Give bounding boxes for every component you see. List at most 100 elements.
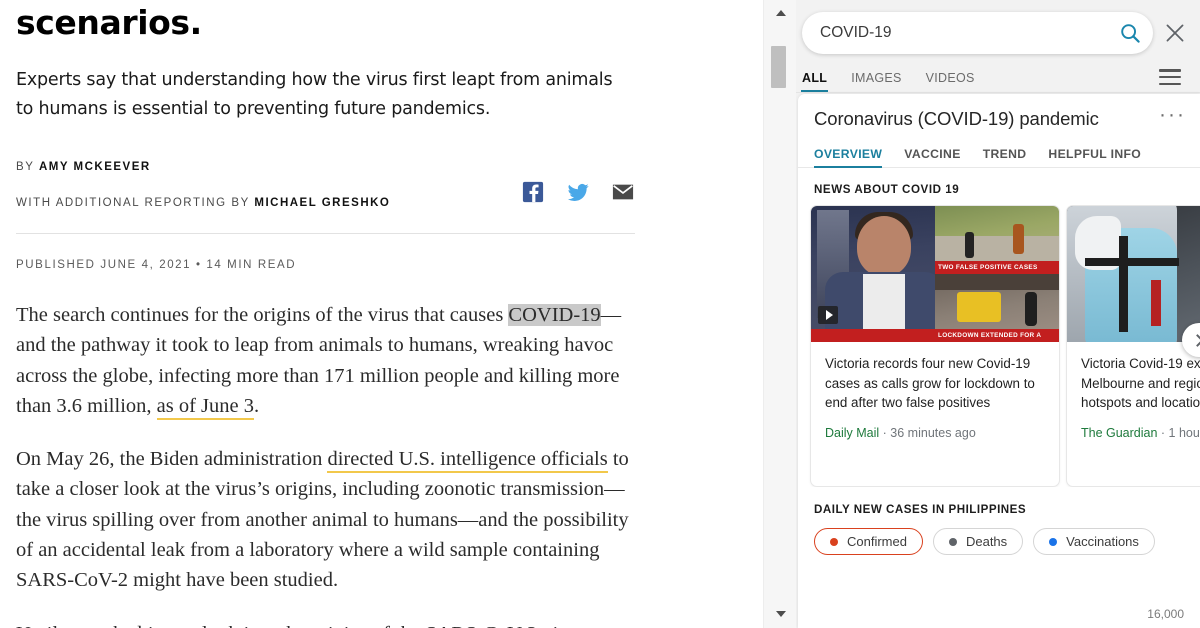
search-highlight: COVID-19 — [508, 304, 601, 326]
news-card[interactable]: Victoria Covid-19 exposure list of Melbo… — [1066, 205, 1200, 487]
play-icon[interactable] — [818, 306, 838, 324]
paragraph-text: . — [254, 394, 260, 417]
more-options-icon[interactable]: ··· — [1155, 104, 1190, 129]
close-icon[interactable] — [1162, 20, 1188, 46]
news-card[interactable]: TWO FALSE POSITIVE CASES LOCKDOWN EXTEND… — [810, 205, 1060, 487]
article-subtitle: Experts say that understanding how the v… — [16, 70, 613, 119]
chevron-right-icon — [1191, 333, 1200, 347]
triangle-up-icon — [775, 9, 786, 16]
scrollbar-down-arrow[interactable] — [764, 605, 797, 622]
news-thumb-video — [811, 206, 935, 342]
thumb-person-head — [857, 216, 911, 276]
news-time: 1 hour ago — [1168, 425, 1200, 440]
chart-legend: Confirmed Deaths Vaccinations — [798, 516, 1200, 555]
byline2-author[interactable]: MICHAEL GRESHKO — [254, 197, 390, 209]
search-sidebar-pane: ALL IMAGES VIDEOS Coronavirus (COVID-19)… — [796, 0, 1200, 628]
subtab-vaccine[interactable]: VACCINE — [904, 147, 960, 167]
search-icon[interactable] — [1119, 22, 1141, 44]
tab-images[interactable]: IMAGES — [851, 71, 901, 92]
legend-dot-confirmed — [830, 537, 838, 546]
inline-link-as-of-june-3[interactable]: as of June 3 — [156, 394, 255, 420]
covid-info-card: Coronavirus (COVID-19) pandemic ··· OVER… — [798, 94, 1200, 628]
hamburger-line — [1159, 82, 1181, 85]
hamburger-line — [1159, 75, 1181, 79]
news-text-block: Victoria Covid-19 exposure list of Melbo… — [1067, 342, 1200, 440]
article-pane: scenarios. Experts say that understandin… — [0, 0, 763, 628]
hamburger-menu-icon[interactable] — [1159, 69, 1181, 85]
byline-divider — [16, 233, 635, 234]
thumb-caption-bar — [811, 329, 935, 342]
legend-pill-deaths[interactable]: Deaths — [932, 528, 1024, 555]
news-headline[interactable]: Victoria Covid-19 exposure list of Melbo… — [1081, 354, 1200, 413]
scrollbar-up-arrow[interactable] — [764, 4, 797, 21]
legend-pill-confirmed[interactable]: Confirmed — [814, 528, 923, 555]
news-thumbnail: TWO FALSE POSITIVE CASES LOCKDOWN EXTEND… — [811, 206, 1059, 342]
paragraph-text: The search continues for the origins of … — [16, 304, 509, 326]
hamburger-line — [1159, 69, 1181, 72]
social-share-bar — [522, 181, 634, 203]
news-separator: · — [879, 425, 891, 440]
news-carousel: TWO FALSE POSITIVE CASES LOCKDOWN EXTEND… — [798, 205, 1200, 487]
search-box[interactable] — [802, 12, 1153, 54]
byline-secondary: WITH ADDITIONAL REPORTING BY MICHAEL GRE… — [16, 197, 747, 209]
article-paragraph-1: The search continues for the origins of … — [16, 300, 640, 421]
chart-y-axis-top-label: 16,000 — [1147, 607, 1184, 621]
thumb-caption-text: TWO FALSE POSITIVE CASES — [938, 264, 1038, 271]
subtab-helpful-info[interactable]: HELPFUL INFO — [1048, 147, 1141, 167]
news-separator: · — [1157, 425, 1169, 440]
thumb-strap — [1085, 258, 1179, 266]
subtab-overview[interactable]: OVERVIEW — [814, 147, 883, 168]
triangle-down-icon — [775, 610, 786, 617]
facebook-share-icon[interactable] — [522, 181, 544, 203]
thumb-chairs — [957, 292, 1001, 322]
tab-videos[interactable]: VIDEOS — [926, 71, 975, 92]
email-share-icon[interactable] — [612, 181, 634, 203]
thumb-pedestrian — [965, 232, 974, 258]
legend-dot-vaccinations — [1049, 537, 1058, 546]
card-header: Coronavirus (COVID-19) pandemic ··· — [798, 94, 1200, 130]
subtab-trend[interactable]: TREND — [983, 147, 1027, 167]
page-title: scenarios. — [16, 3, 202, 42]
news-text-block: Victoria records four new Covid-19 cases… — [811, 342, 1059, 440]
twitter-share-icon[interactable] — [567, 181, 589, 203]
legend-dot-deaths — [948, 537, 957, 546]
news-section-label: NEWS ABOUT COVID 19 — [814, 183, 960, 196]
news-headline[interactable]: Victoria records four new Covid-19 cases… — [825, 354, 1045, 413]
thumb-red-accent — [1151, 280, 1161, 326]
byline-author[interactable]: AMY MCKEEVER — [39, 161, 151, 173]
tab-all[interactable]: ALL — [800, 71, 829, 92]
screenshot-root: scenarios. Experts say that understandin… — [0, 0, 1200, 628]
legend-label: Deaths — [965, 534, 1008, 549]
card-title: Coronavirus (COVID-19) pandemic — [814, 108, 1099, 129]
sidebar-tabs: ALL IMAGES VIDEOS — [796, 60, 1200, 93]
thumb-street-photo: LOCKDOWN EXTENDED FOR A WEEK — [935, 274, 1059, 342]
chart-section-label: DAILY NEW CASES IN PHILIPPINES — [814, 503, 1027, 516]
article-paragraph-2: On May 26, the Biden administration dire… — [16, 444, 640, 595]
card-subtabs: OVERVIEW VACCINE TREND HELPFUL INFO — [798, 141, 1200, 168]
news-time: 36 minutes ago — [890, 425, 976, 440]
byline-prefix: BY — [16, 161, 39, 173]
article-paragraph-3-clipped: Until now, the biggest look into the ori… — [16, 619, 640, 628]
thumb-strap — [1119, 236, 1128, 332]
scrollbar-thumb[interactable] — [771, 46, 786, 88]
inline-link-intelligence-officials[interactable]: directed U.S. intelligence officials — [327, 448, 608, 474]
thumb-awning — [935, 274, 1059, 290]
thumb-pedestrian — [1013, 224, 1024, 254]
byline-block: BY AMY MCKEEVER WITH ADDITIONAL REPORTIN… — [16, 161, 747, 209]
news-source: Daily Mail — [825, 425, 880, 440]
news-meta: The Guardian · 1 hour ago — [1081, 426, 1200, 440]
publish-info: PUBLISHED JUNE 4, 2021 • 14 MIN READ — [16, 259, 297, 271]
search-input[interactable] — [820, 24, 1119, 42]
news-meta: Daily Mail · 36 minutes ago — [825, 426, 1045, 440]
paragraph-text: On May 26, the Biden administration — [16, 448, 328, 471]
thumb-caption-banner: TWO FALSE POSITIVE CASES — [935, 261, 1059, 274]
news-source: The Guardian — [1081, 425, 1158, 440]
thumb-pedestrian — [1025, 292, 1037, 326]
legend-label: Vaccinations — [1066, 534, 1139, 549]
legend-pill-vaccinations[interactable]: Vaccinations — [1033, 528, 1155, 555]
byline-primary: BY AMY MCKEEVER — [16, 161, 747, 173]
news-thumbnail — [1067, 206, 1200, 342]
byline2-prefix: WITH ADDITIONAL REPORTING BY — [16, 197, 255, 209]
page-scrollbar[interactable] — [763, 0, 796, 628]
news-thumb-photos: TWO FALSE POSITIVE CASES LOCKDOWN EXTEND… — [935, 206, 1059, 342]
